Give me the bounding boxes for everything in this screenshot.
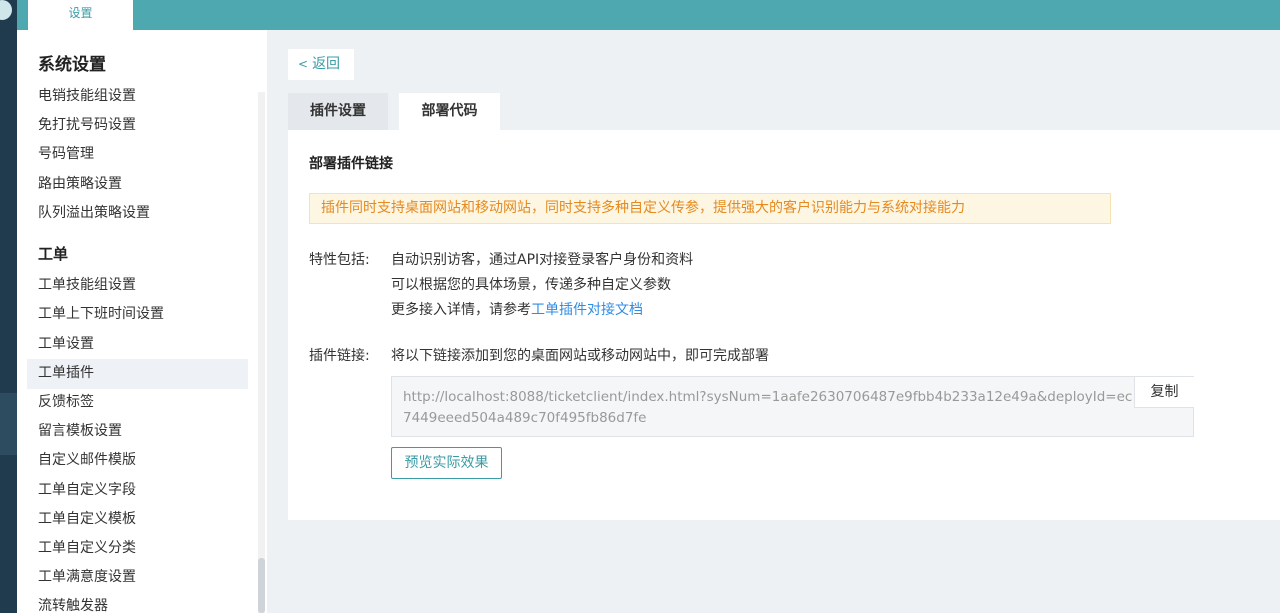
sidebar-item[interactable]: 留言模板设置 <box>27 417 248 447</box>
sidebar-item[interactable]: 工单满意度设置 <box>27 563 248 593</box>
sidebar-title: 系统设置 <box>38 55 106 75</box>
sidebar-scrollbar-thumb[interactable] <box>258 558 265 613</box>
plugin-url[interactable]: http://localhost:8088/ticketclient/index… <box>403 387 1133 429</box>
sidebar-item[interactable]: 工单上下班时间设置 <box>27 300 248 330</box>
link-description: 将以下链接添加到您的桌面网站或移动网站中，即可完成部署 <box>391 348 769 364</box>
sidebar-item[interactable]: 队列溢出策略设置 <box>27 199 248 229</box>
top-bar <box>0 0 1280 30</box>
rail-active-block <box>0 393 17 455</box>
sidebar-item[interactable]: 电销技能组设置 <box>27 82 248 112</box>
sidebar-item[interactable]: 工单设置 <box>27 330 248 360</box>
features-label: 特性包括: <box>309 252 370 268</box>
logo-icon <box>0 0 12 20</box>
sidebar-section-heading: 工单 <box>38 245 69 263</box>
deploy-panel: 部署插件链接 插件同时支持桌面网站和移动网站，同时支持多种自定义传参，提供强大的… <box>288 130 1280 520</box>
doc-link[interactable]: 工单插件对接文档 <box>531 302 643 318</box>
sidebar-item[interactable]: 工单自定义字段 <box>27 476 248 506</box>
sidebar-item[interactable]: 自定义邮件模版 <box>27 446 248 476</box>
copy-button[interactable]: 复制 <box>1134 377 1194 408</box>
back-button[interactable]: < 返回 <box>288 49 354 80</box>
sidebar-item[interactable]: 号码管理 <box>27 140 248 170</box>
left-rail <box>0 0 17 613</box>
sidebar-item[interactable]: 工单插件 <box>27 358 248 389</box>
more-info-prefix: 更多接入详情，请参考 <box>391 302 531 318</box>
sidebar-item[interactable]: 工单技能组设置 <box>27 271 248 301</box>
sidebar-item[interactable]: 免打扰号码设置 <box>27 111 248 141</box>
sidebar-scrollbar-track[interactable] <box>258 92 265 613</box>
preview-button[interactable]: 预览实际效果 <box>391 447 502 479</box>
sidebar-item[interactable]: 流转触发器 <box>27 592 248 613</box>
top-tab-settings[interactable]: 设置 <box>28 0 133 30</box>
feature-item: 可以根据您的具体场景，传递多种自定义参数 <box>391 277 671 293</box>
sidebar: 系统设置 电销技能组设置 免打扰号码设置 号码管理 路由策略设置 队列溢出策略设置工单工… <box>17 30 267 613</box>
link-label: 插件链接: <box>309 348 370 364</box>
sidebar-item[interactable]: 工单自定义分类 <box>27 534 248 564</box>
tab-plugin-settings[interactable]: 插件设置 <box>288 93 388 130</box>
chevron-left-icon: < <box>298 57 309 71</box>
sidebar-item[interactable]: 反馈标签 <box>27 388 248 418</box>
tab-deploy-code[interactable]: 部署代码 <box>399 93 500 130</box>
more-info-line: 更多接入详情，请参考工单插件对接文档 <box>391 299 643 319</box>
feature-item: 自动识别访客，通过API对接登录客户身份和资料 <box>391 252 694 268</box>
url-box: http://localhost:8088/ticketclient/index… <box>391 376 1194 437</box>
sidebar-item[interactable]: 路由策略设置 <box>27 170 248 200</box>
section-title: 部署插件链接 <box>309 156 393 172</box>
back-label: 返回 <box>312 56 341 72</box>
notice-banner: 插件同时支持桌面网站和移动网站，同时支持多种自定义传参，提供强大的客户识别能力与… <box>309 193 1111 224</box>
sidebar-item[interactable]: 工单自定义模板 <box>27 505 248 535</box>
